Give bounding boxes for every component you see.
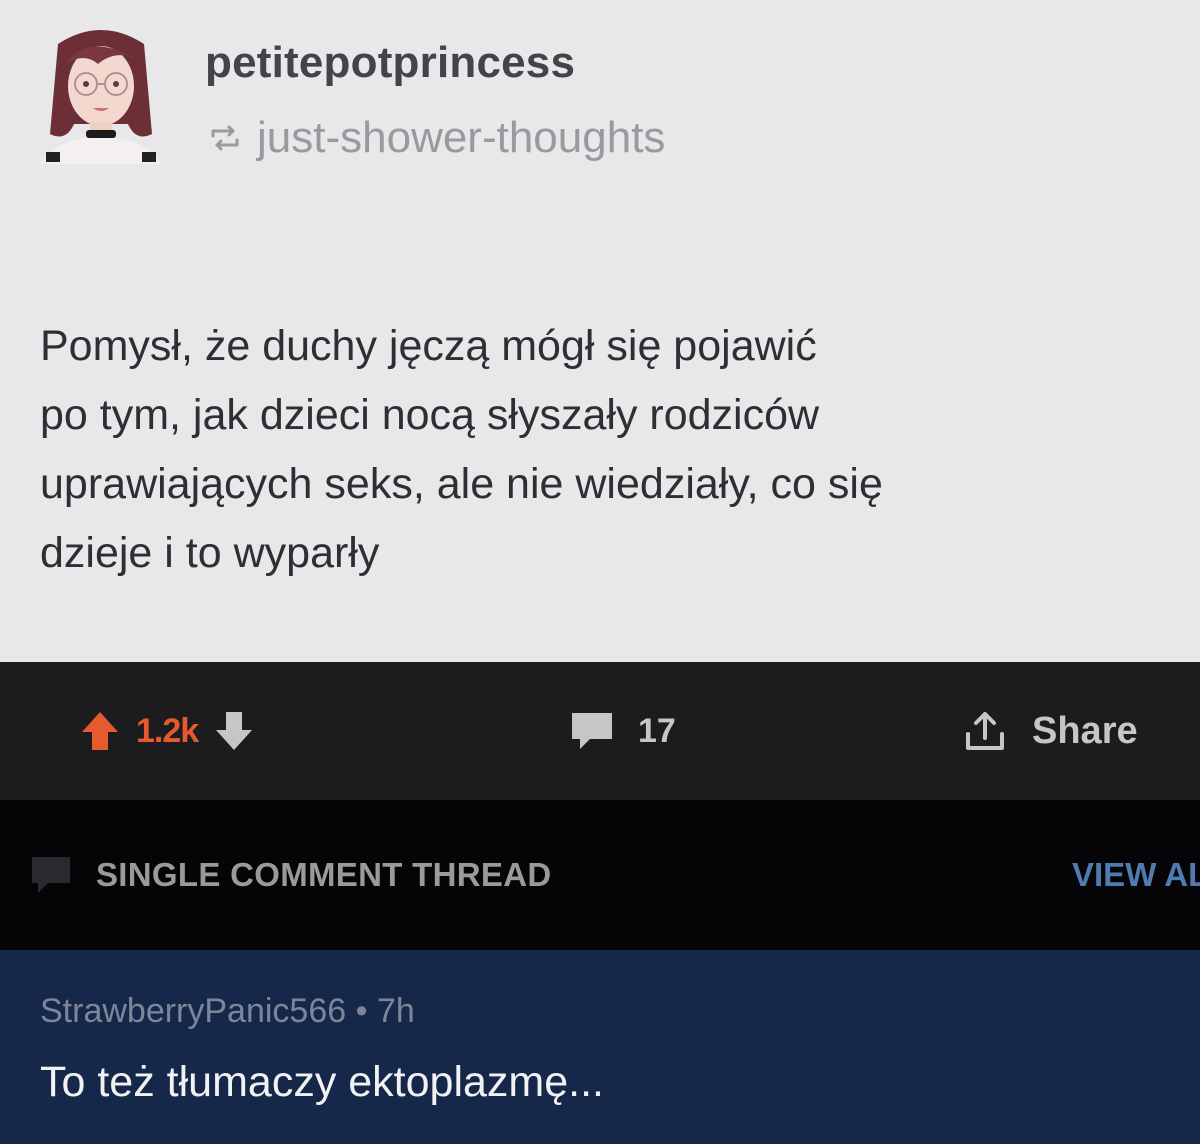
comment-age: 7h <box>376 992 415 1030</box>
comment-count: 17 <box>638 711 676 750</box>
comment-bubble-icon <box>32 857 70 893</box>
comment-card <box>0 950 1200 1144</box>
post-text: Pomysł, że duchy jęczą mógł się pojawić … <box>40 312 1190 588</box>
comment-bubble-icon <box>572 713 612 749</box>
comment-text: To też tłumaczy ektoplazmę... <box>40 1058 604 1106</box>
thread-label: SINGLE COMMENT THREAD <box>96 856 552 893</box>
share-label: Share <box>1032 709 1138 752</box>
share-button[interactable]: Share <box>962 662 1138 800</box>
reblog-icon <box>211 125 239 151</box>
post-action-bar: 1.2k 17 Share <box>0 662 1200 800</box>
post-text-line: dzieje i to wyparły <box>40 529 380 577</box>
comments-button[interactable]: 17 <box>568 662 676 800</box>
reblog-source[interactable]: just-shower-thoughts <box>205 110 665 166</box>
post-text-line: po tym, jak dzieci nocą słyszały rodzicó… <box>40 391 820 439</box>
meta-separator: • <box>355 992 368 1030</box>
avatar-girl-icon[interactable] <box>36 24 166 169</box>
reblogged-from-blog: just-shower-thoughts <box>257 113 666 162</box>
thread-header: SINGLE COMMENT THREAD VIEW AL <box>0 800 1200 950</box>
comment-author[interactable]: StrawberryPanic566 <box>40 992 346 1030</box>
post-username[interactable]: petitepotprincess <box>205 38 575 88</box>
share-icon <box>966 712 1004 750</box>
upvote-arrow-icon[interactable] <box>78 706 122 756</box>
post-card: petitepotprincess just-shower-thoughts P… <box>0 0 1200 662</box>
post-text-line: uprawiających seks, ale nie wiedziały, c… <box>40 460 883 508</box>
post-text-line: Pomysł, że duchy jęczą mógł się pojawić <box>40 322 817 370</box>
view-all-link[interactable]: VIEW AL <box>1072 800 1200 950</box>
vote-group: 1.2k <box>78 662 256 800</box>
comment-meta: StrawberryPanic566 • 7h <box>40 992 415 1031</box>
vote-count: 1.2k <box>136 711 199 750</box>
thread-title: SINGLE COMMENT THREAD <box>28 800 551 950</box>
downvote-arrow-icon[interactable] <box>212 706 256 756</box>
